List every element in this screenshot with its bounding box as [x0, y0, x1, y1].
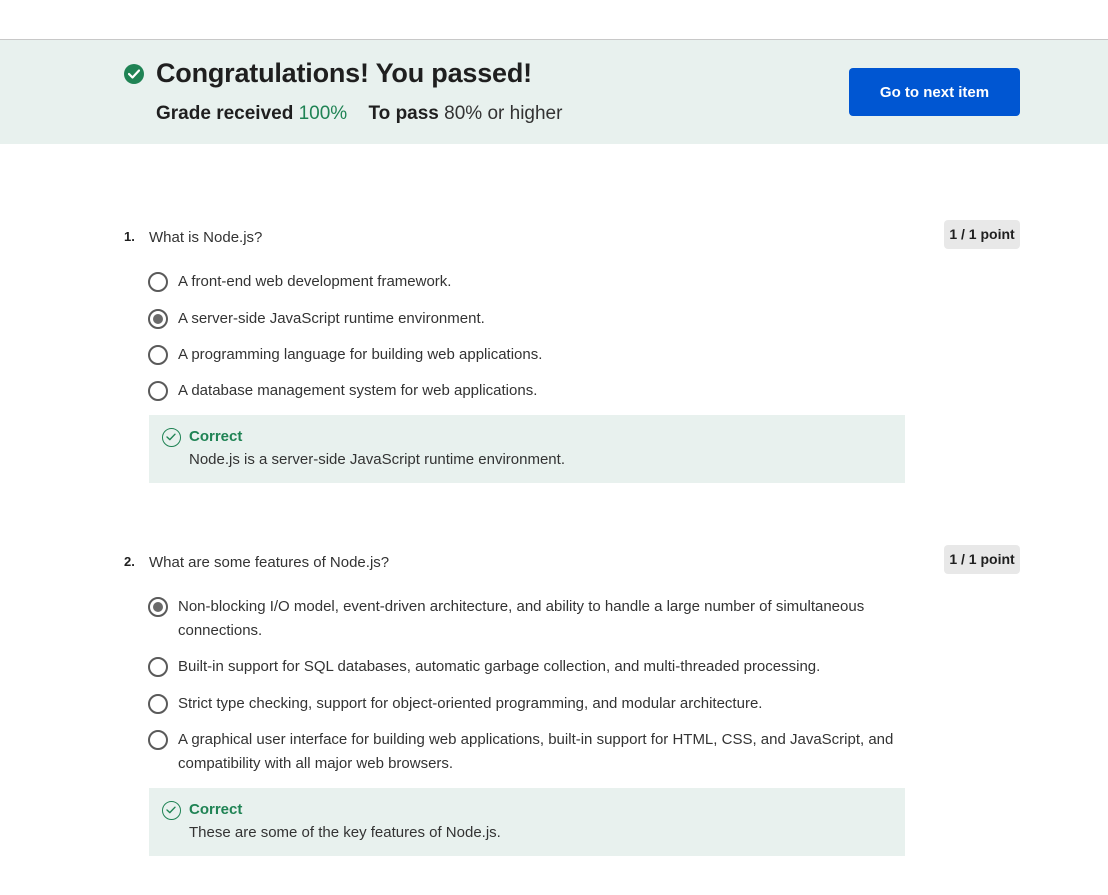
option-label: A database management system for web app…	[178, 382, 538, 399]
answer-option[interactable]: A server-side JavaScript runtime environ…	[148, 307, 908, 331]
option-label: A front-end web development framework.	[178, 273, 452, 290]
question-text: What are some features of Node.js?	[149, 554, 390, 571]
option-label: A graphical user interface for building …	[178, 731, 894, 772]
option-label: Built-in support for SQL databases, auto…	[178, 658, 821, 675]
check-circle-outline-icon	[162, 428, 181, 447]
answer-option[interactable]: A front-end web development framework.	[148, 270, 908, 294]
radio-button[interactable]	[148, 345, 168, 365]
radio-button[interactable]	[148, 657, 168, 677]
option-label: Strict type checking, support for object…	[178, 695, 763, 712]
pass-label: To pass	[368, 103, 439, 124]
check-circle-outline-icon	[162, 801, 181, 820]
grade-label: Grade received	[156, 103, 294, 124]
option-label: Non-blocking I/O model, event-driven arc…	[178, 598, 865, 639]
answer-option[interactable]: Non-blocking I/O model, event-driven arc…	[148, 595, 908, 643]
feedback-status: Correct	[189, 801, 243, 818]
points-badge: 1 / 1 point	[944, 545, 1020, 574]
grade-summary: Grade received 100% To pass 80% or highe…	[156, 103, 562, 125]
answer-option[interactable]: A graphical user interface for building …	[148, 728, 908, 776]
radio-button[interactable]	[148, 730, 168, 750]
feedback-text: Node.js is a server-side JavaScript runt…	[189, 451, 565, 468]
answer-option[interactable]: A database management system for web app…	[148, 379, 908, 403]
check-circle-filled-icon	[124, 64, 144, 84]
feedback-status: Correct	[189, 428, 243, 445]
grade-value: 100%	[298, 103, 348, 124]
pass-value: 80% or higher	[444, 103, 563, 124]
top-bar	[0, 0, 1108, 40]
radio-button[interactable]	[148, 272, 168, 292]
go-to-next-item-button[interactable]: Go to next item	[849, 68, 1020, 116]
points-badge: 1 / 1 point	[944, 220, 1020, 249]
radio-button[interactable]	[148, 694, 168, 714]
answer-option[interactable]: A programming language for building web …	[148, 343, 908, 367]
answer-option[interactable]: Strict type checking, support for object…	[148, 692, 908, 716]
radio-button[interactable]	[148, 381, 168, 401]
option-label: A server-side JavaScript runtime environ…	[178, 310, 485, 327]
answer-option[interactable]: Built-in support for SQL databases, auto…	[148, 655, 908, 679]
radio-button-selected[interactable]	[148, 597, 168, 617]
option-label: A programming language for building web …	[178, 346, 543, 363]
question-number: 1.	[124, 229, 135, 244]
feedback-correct: Correct These are some of the key featur…	[149, 788, 905, 856]
question-text: What is Node.js?	[149, 229, 263, 246]
pass-banner: Congratulations! You passed! Grade recei…	[0, 40, 1108, 144]
question-number: 2.	[124, 554, 135, 569]
pass-title: Congratulations! You passed!	[156, 58, 532, 88]
radio-button-selected[interactable]	[148, 309, 168, 329]
feedback-text: These are some of the key features of No…	[189, 824, 501, 841]
feedback-correct: Correct Node.js is a server-side JavaScr…	[149, 415, 905, 483]
